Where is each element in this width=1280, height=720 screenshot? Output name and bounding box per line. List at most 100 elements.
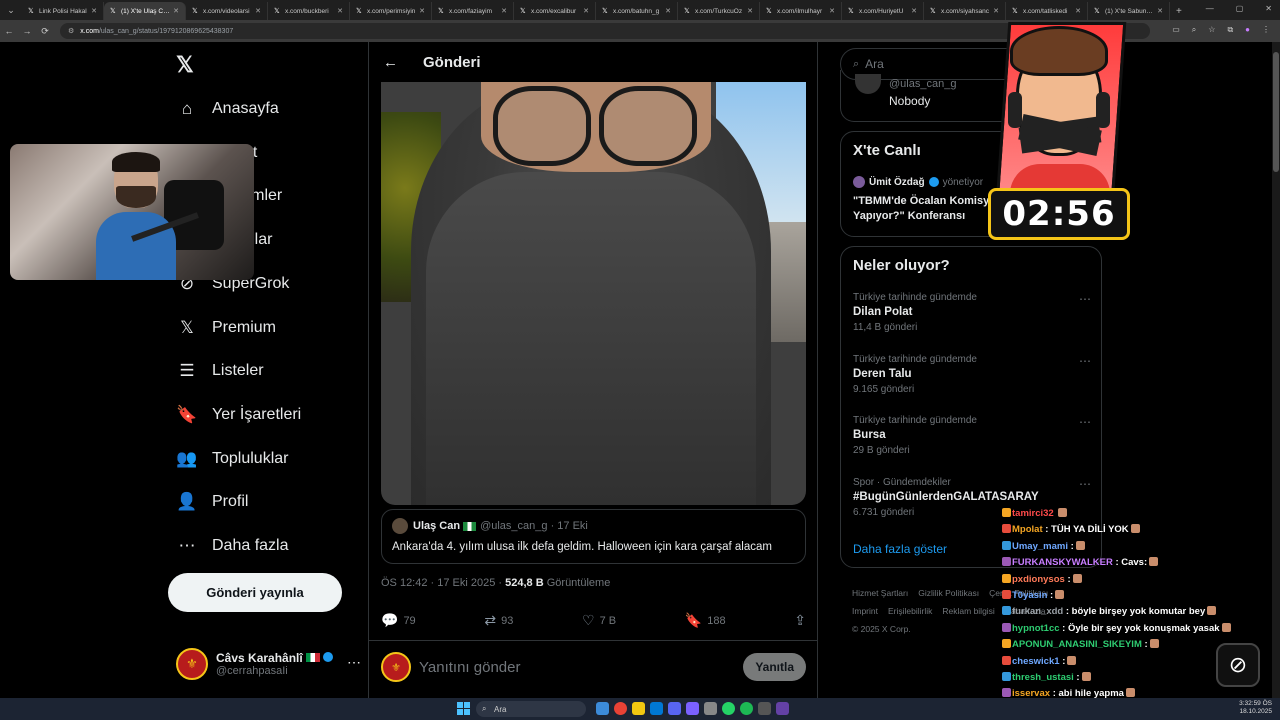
close-tab-icon[interactable]: ✕ <box>747 7 753 15</box>
system-clock[interactable]: 3:32:59 ÖS 18.10.2025 <box>1239 700 1272 716</box>
close-tab-icon[interactable]: ✕ <box>173 7 179 15</box>
edge-icon[interactable] <box>650 702 663 715</box>
nav-item-bookmark[interactable]: 🔖 Yer İşaretleri <box>176 401 301 429</box>
footer-link[interactable]: Hizmet Şartları <box>852 588 908 598</box>
footer-link[interactable]: Reklam bilgisi <box>942 606 994 616</box>
browser-tab[interactable]: 𝕏x.com/excalibur ✕ <box>514 2 596 20</box>
app-icon[interactable] <box>686 702 699 715</box>
chat-text: : böyle birşey yok komutar bey <box>1065 606 1206 618</box>
close-tab-icon[interactable]: ✕ <box>993 7 999 15</box>
site-info-icon[interactable]: ⚙ <box>68 27 74 35</box>
menu-icon[interactable]: ⋮ <box>1262 25 1270 35</box>
discord-icon[interactable] <box>668 702 681 715</box>
page-scrollbar[interactable] <box>1272 42 1280 698</box>
close-tab-icon[interactable]: ✕ <box>911 7 917 15</box>
trend-item[interactable]: Türkiye tarihinde gündemde Bursa 29 B gönd… <box>853 415 1091 456</box>
profile-avatar-icon[interactable]: ● <box>1245 25 1250 35</box>
nav-item-communities[interactable]: 👥 Topluluklar <box>176 445 288 473</box>
browser-tab[interactable]: 𝕏 (1) X'te Sabun Ye ✕ <box>1088 2 1170 20</box>
close-tab-icon[interactable]: ✕ <box>255 7 261 15</box>
browser-tab[interactable]: 𝕏x.com/ilmulhayr ✕ <box>760 2 842 20</box>
share-action[interactable]: ⇪ <box>794 612 806 629</box>
footer-link[interactable]: Imprint <box>852 606 878 616</box>
footer-link[interactable]: Erişilebilirlik <box>888 606 932 616</box>
close-tab-icon[interactable]: ✕ <box>1157 7 1163 15</box>
more-options-icon[interactable]: ⋯ <box>1079 292 1091 306</box>
bookmark-action[interactable]: 🔖 188 <box>685 612 726 629</box>
nav-item-profile[interactable]: 👤 Profil <box>176 488 248 516</box>
star-icon[interactable]: ☆ <box>1208 25 1215 35</box>
browser-tab[interactable]: 𝕏 Link Polisi Hakal ✕ <box>22 2 104 20</box>
forward-icon[interactable]: → <box>18 26 36 36</box>
quoted-post[interactable]: Ulaş Can @ulas_can_g · 17 Eki Ankara'da … <box>381 509 806 564</box>
extensions-icon[interactable]: ⧉ <box>1227 25 1233 35</box>
reply-button[interactable]: Yanıtla <box>743 653 806 681</box>
x-logo-icon[interactable]: 𝕏 <box>176 52 194 78</box>
taskbar-search[interactable]: ⌕ Ara <box>476 701 586 717</box>
account-switcher[interactable]: ⚜ Câvs Karahânlî @cerrahpasaIi ⋯ <box>176 646 361 682</box>
browser-tab[interactable]: 𝕏x.com/videolarsi ✕ <box>186 2 268 20</box>
url-input[interactable]: ⚙ x.com/ulas_can_g/status/19791208696254… <box>60 23 1150 39</box>
app-icon-2[interactable] <box>704 702 717 715</box>
close-tab-icon[interactable]: ✕ <box>501 7 507 15</box>
browser-tab[interactable]: 𝕏x.com/faziayim ✕ <box>432 2 514 20</box>
browser-tab[interactable]: 𝕏x.com/HuriyetU ✕ <box>842 2 924 20</box>
back-arrow-icon[interactable]: ← <box>383 54 403 71</box>
whatsapp-icon[interactable] <box>722 702 735 715</box>
footer-link[interactable]: © 2025 X Corp. <box>852 624 911 634</box>
more-options-icon[interactable]: ⋯ <box>347 654 361 671</box>
maximize-icon[interactable]: ▢ <box>1236 4 1244 13</box>
new-tab-button[interactable]: + <box>1170 2 1188 20</box>
nav-item-x-premium[interactable]: 𝕏 Premium <box>176 314 276 342</box>
browser-tab[interactable]: 𝕏x.com/batuhn_g ✕ <box>596 2 678 20</box>
repost-action[interactable]: ⇄ 93 <box>484 612 513 629</box>
divider <box>369 640 817 641</box>
explorer-icon[interactable] <box>596 702 609 715</box>
nav-item-home[interactable]: ⌂ Anasayfa <box>176 95 279 123</box>
more-options-icon[interactable]: ⋯ <box>1079 354 1091 368</box>
close-tab-icon[interactable]: ✕ <box>583 7 589 15</box>
footer-link[interactable]: Gizlilik Politikası <box>918 588 979 598</box>
browser-tab[interactable]: 𝕏x.com/siyahsanc ✕ <box>924 2 1006 20</box>
trend-item[interactable]: Türkiye tarihinde gündemde Deren Talu 9.16… <box>853 354 1091 395</box>
twitch-icon[interactable] <box>776 702 789 715</box>
close-window-icon[interactable]: ✕ <box>1265 4 1272 13</box>
live-host: Ümit Özdağ yönetiyor <box>853 176 983 188</box>
url-host: x.com <box>80 27 99 35</box>
close-tab-icon[interactable]: ✕ <box>419 7 425 15</box>
reply-input[interactable]: Yanıtını gönder <box>419 659 743 676</box>
post-media-image[interactable] <box>381 82 806 505</box>
files-icon[interactable] <box>632 702 645 715</box>
reload-icon[interactable]: ⟳ <box>36 26 54 37</box>
nav-item-more-circle[interactable]: ⋯ Daha fazla <box>176 532 289 560</box>
close-tab-icon[interactable]: ✕ <box>91 7 97 15</box>
obs-icon[interactable] <box>758 702 771 715</box>
trend-context: Spor · Gündemdekiler <box>853 476 951 488</box>
browser-tab[interactable]: 𝕏x.com/TurkcuOz ✕ <box>678 2 760 20</box>
more-options-icon[interactable]: ⋯ <box>1079 477 1091 491</box>
close-tab-icon[interactable]: ✕ <box>829 7 835 15</box>
nav-item-list[interactable]: ☰ Listeler <box>176 357 263 385</box>
close-tab-icon[interactable]: ✕ <box>665 7 671 15</box>
post-timestamp[interactable]: ÖS 12:42 · 17 Eki 2025 · <box>381 577 505 589</box>
more-options-icon[interactable]: ⋯ <box>1079 415 1091 429</box>
spotify-icon[interactable] <box>740 702 753 715</box>
post-button[interactable]: Gönderi yayınla <box>168 573 342 612</box>
close-tab-icon[interactable]: ✕ <box>1075 7 1081 15</box>
chrome-icon[interactable] <box>614 702 627 715</box>
cast-icon[interactable]: ▭ <box>1172 25 1180 35</box>
like-action[interactable]: ♡ 7 B <box>582 612 616 629</box>
reply-action[interactable]: 💬 79 <box>381 612 416 629</box>
show-more-link[interactable]: Daha fazla göster <box>853 542 947 556</box>
tab-search-icon[interactable]: ⌄ <box>0 0 22 20</box>
trend-item[interactable]: Türkiye tarihinde gündemde Dilan Polat 11,… <box>853 292 1091 333</box>
back-icon[interactable]: ← <box>0 26 18 36</box>
browser-tab[interactable]: 𝕏x.com/perimsiyin ✕ <box>350 2 432 20</box>
close-tab-icon[interactable]: ✕ <box>337 7 343 15</box>
windows-start-icon[interactable] <box>457 702 470 715</box>
zoom-icon[interactable]: ⌕ <box>1192 25 1196 35</box>
browser-tab[interactable]: 𝕏x.com/tatliskedi ✕ <box>1006 2 1088 20</box>
browser-tab[interactable]: 𝕏x.com/buckberi ✕ <box>268 2 350 20</box>
minimize-icon[interactable]: — <box>1206 4 1214 13</box>
browser-tab[interactable]: 𝕏 (1) X'te Ulaş Can ✕ <box>104 2 186 20</box>
